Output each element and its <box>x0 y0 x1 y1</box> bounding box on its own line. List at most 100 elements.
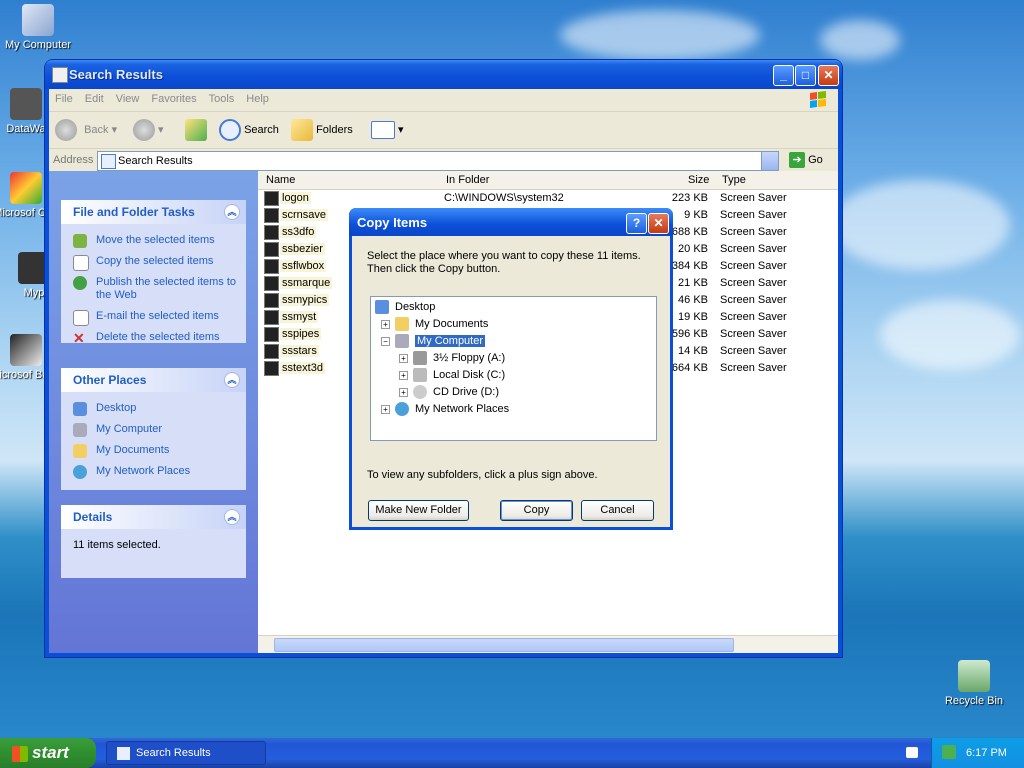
help-button[interactable]: ? <box>626 213 647 234</box>
maximize-button[interactable]: □ <box>795 65 816 86</box>
expand-plus-icon[interactable]: + <box>399 354 408 363</box>
collapse-chevron-icon[interactable]: ︽ <box>224 204 240 220</box>
place-my-computer-link[interactable]: My Computer <box>61 419 246 440</box>
close-button[interactable]: ✕ <box>818 65 839 86</box>
shortcut-icon <box>10 88 42 120</box>
file-folder-tasks-header[interactable]: File and Folder Tasks ︽ <box>61 200 246 224</box>
expand-plus-icon[interactable]: + <box>399 371 408 380</box>
menu-view[interactable]: View <box>110 89 146 109</box>
folders-button[interactable]: Folders <box>291 118 353 142</box>
screensaver-file-icon <box>264 344 279 359</box>
file-name: ssmarque <box>280 277 333 289</box>
collapse-chevron-icon[interactable]: ︽ <box>224 372 240 388</box>
copy-icon <box>73 255 89 271</box>
dialog-titlebar[interactable]: Copy Items ? ✕ <box>349 208 673 236</box>
tree-network-places[interactable]: + My Network Places <box>381 401 509 417</box>
place-desktop-link[interactable]: Desktop <box>61 398 246 419</box>
windows-logo-icon <box>810 91 826 108</box>
menu-tools[interactable]: Tools <box>203 89 241 109</box>
screensaver-file-icon <box>264 276 279 291</box>
back-arrow-icon <box>55 119 77 142</box>
floppy-drive-icon <box>413 351 427 365</box>
file-type: Screen Saver <box>720 209 787 221</box>
network-tray-icon[interactable] <box>942 745 956 759</box>
up-folder-button[interactable] <box>185 118 207 142</box>
folder-tree[interactable]: Desktop + My Documents − My Computer +3½ F… <box>370 296 657 441</box>
delete-x-icon: ✕ <box>73 330 85 346</box>
back-button[interactable]: Back ▾ <box>55 118 117 142</box>
tree-local-disk[interactable]: + Local Disk (C:) <box>399 367 505 383</box>
cancel-button[interactable]: Cancel <box>581 500 654 521</box>
file-type: Screen Saver <box>720 277 787 289</box>
go-button[interactable]: ➔ Go <box>789 152 823 168</box>
expand-plus-icon[interactable]: + <box>381 405 390 414</box>
file-size: 664 KB <box>671 362 708 374</box>
dialog-title: Copy Items <box>357 215 428 230</box>
copy-button[interactable]: Copy <box>500 500 573 521</box>
keyboard-icon[interactable] <box>906 747 918 758</box>
views-button[interactable]: ▾ <box>371 118 404 142</box>
desktop-icon <box>73 402 87 416</box>
address-dropdown-button[interactable] <box>761 151 779 171</box>
file-type: Screen Saver <box>720 192 787 204</box>
collapse-minus-icon[interactable]: − <box>381 337 390 346</box>
search-button[interactable]: Search <box>219 118 279 142</box>
start-button[interactable]: start <box>0 738 96 768</box>
tree-my-computer[interactable]: − My Computer <box>381 333 486 349</box>
column-name[interactable]: Name <box>266 174 295 186</box>
make-new-folder-button[interactable]: Make New Folder <box>368 500 469 521</box>
column-size[interactable]: Size <box>688 174 709 186</box>
screensaver-file-icon <box>264 293 279 308</box>
publish-web-link[interactable]: Publish the selected items to the Web <box>61 272 246 306</box>
scroll-thumb[interactable] <box>274 638 734 652</box>
expand-plus-icon[interactable]: + <box>381 320 390 329</box>
column-type[interactable]: Type <box>722 174 746 186</box>
file-name: logon <box>280 192 311 204</box>
file-type: Screen Saver <box>720 345 787 357</box>
screensaver-file-icon <box>264 208 279 223</box>
menu-bar: File Edit View Favorites Tools Help <box>49 89 838 112</box>
expand-plus-icon[interactable]: + <box>399 388 408 397</box>
address-input[interactable]: Search Results <box>97 151 779 171</box>
place-network-link[interactable]: My Network Places <box>61 461 246 482</box>
clock: 6:17 PM <box>966 747 1007 759</box>
taskbar-search-results[interactable]: Search Results <box>106 741 266 765</box>
menu-favorites[interactable]: Favorites <box>145 89 202 109</box>
other-places-panel: Other Places ︽ Desktop My Computer My Doc… <box>61 368 246 490</box>
move-items-link[interactable]: Move the selected items <box>61 230 246 251</box>
details-panel: Details ︽ 11 items selected. <box>61 505 246 578</box>
tree-my-documents[interactable]: + My Documents <box>381 316 488 332</box>
email-items-link[interactable]: E-mail the selected items <box>61 306 246 327</box>
desktop-icon-my-computer[interactable]: My Computer <box>0 4 76 51</box>
minimize-button[interactable]: _ <box>773 65 794 86</box>
copy-items-link[interactable]: Copy the selected items <box>61 251 246 272</box>
search-window-icon <box>52 67 68 83</box>
visual-cpp-icon <box>10 172 42 204</box>
file-size: 596 KB <box>671 328 708 340</box>
forward-button[interactable]: ▾ <box>133 118 164 142</box>
window-titlebar[interactable]: Search Results _ □ ✕ <box>45 60 842 89</box>
dialog-close-button[interactable]: ✕ <box>648 213 669 234</box>
menu-file[interactable]: File <box>49 89 79 109</box>
table-row[interactable]: logon C:\WINDOWS\system32 223 KB Screen Sav… <box>258 190 838 207</box>
file-name: ssmyst <box>280 311 319 323</box>
tree-desktop[interactable]: Desktop <box>375 299 435 315</box>
place-my-documents-link[interactable]: My Documents <box>61 440 246 461</box>
other-places-header[interactable]: Other Places ︽ <box>61 368 246 392</box>
details-header[interactable]: Details ︽ <box>61 505 246 529</box>
collapse-chevron-icon[interactable]: ︽ <box>224 509 240 525</box>
list-header: Name In Folder Size Type <box>258 171 838 190</box>
tree-floppy[interactable]: +3½ Floppy (A:) <box>399 350 505 366</box>
desktop-icon-recycle-bin[interactable]: Recycle Bin <box>936 660 1012 707</box>
dialog-instruction: Select the place where you want to copy … <box>367 250 641 275</box>
column-in-folder[interactable]: In Folder <box>446 174 489 186</box>
horizontal-scrollbar[interactable] <box>258 635 838 653</box>
window-title: Search Results <box>69 67 163 82</box>
menu-help[interactable]: Help <box>240 89 275 109</box>
tree-cd-drive[interactable]: + CD Drive (D:) <box>399 384 499 400</box>
delete-items-link[interactable]: ✕ Delete the selected items <box>61 327 246 348</box>
search-window-icon <box>117 746 130 760</box>
search-results-icon <box>101 154 116 169</box>
menu-edit[interactable]: Edit <box>79 89 110 109</box>
computer-icon <box>22 4 54 36</box>
